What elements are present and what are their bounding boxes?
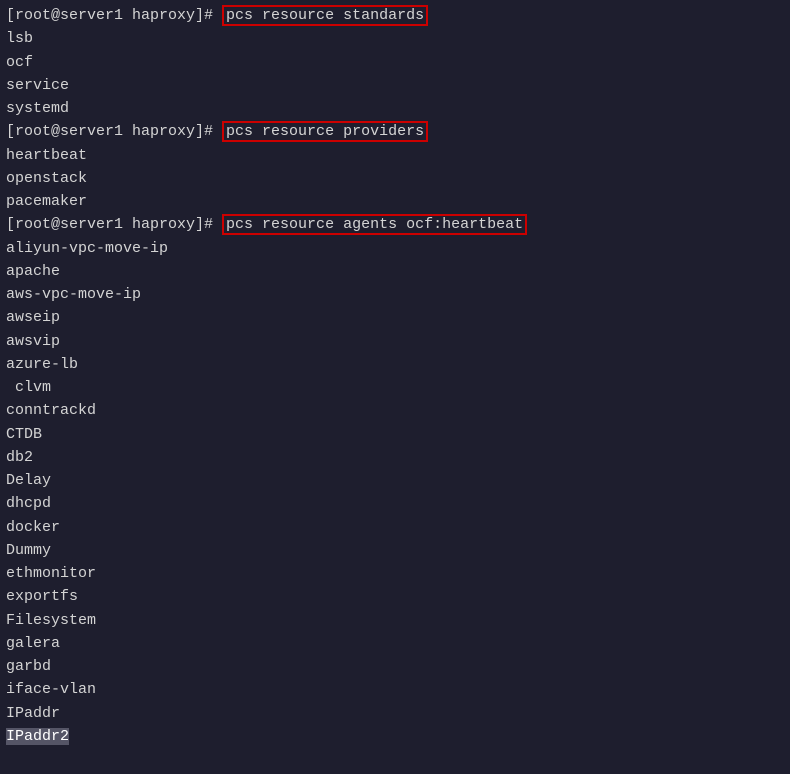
output-awsvip: awsvip bbox=[6, 330, 784, 353]
output-ocf: ocf bbox=[6, 51, 784, 74]
output-docker: docker bbox=[6, 516, 784, 539]
terminal-window: [root@server1 haproxy]# pcs resource sta… bbox=[0, 0, 790, 774]
output-heartbeat: heartbeat bbox=[6, 144, 784, 167]
output-service: service bbox=[6, 74, 784, 97]
output-systemd: systemd bbox=[6, 97, 784, 120]
output-dhcpd: dhcpd bbox=[6, 492, 784, 515]
output-conntrackd: conntrackd bbox=[6, 399, 784, 422]
output-galera: galera bbox=[6, 632, 784, 655]
selected-text: IPaddr2 bbox=[6, 728, 69, 745]
output-clvm: clvm bbox=[6, 376, 784, 399]
output-db2: db2 bbox=[6, 446, 784, 469]
command-3: pcs resource agents ocf:heartbeat bbox=[222, 214, 527, 235]
terminal-line-3: [root@server1 haproxy]# pcs resource age… bbox=[6, 213, 784, 236]
prompt-3: [root@server1 haproxy]# bbox=[6, 216, 222, 233]
output-awseip: awseip bbox=[6, 306, 784, 329]
command-1: pcs resource standards bbox=[222, 5, 428, 26]
output-delay: Delay bbox=[6, 469, 784, 492]
command-2: pcs resource providers bbox=[222, 121, 428, 142]
terminal-line-2: [root@server1 haproxy]# pcs resource pro… bbox=[6, 120, 784, 143]
output-pacemaker: pacemaker bbox=[6, 190, 784, 213]
output-lsb: lsb bbox=[6, 27, 784, 50]
output-filesystem: Filesystem bbox=[6, 609, 784, 632]
output-garbd: garbd bbox=[6, 655, 784, 678]
output-aws-vpc: aws-vpc-move-ip bbox=[6, 283, 784, 306]
output-openstack: openstack bbox=[6, 167, 784, 190]
prompt-2: [root@server1 haproxy]# bbox=[6, 123, 222, 140]
output-apache: apache bbox=[6, 260, 784, 283]
output-dummy: Dummy bbox=[6, 539, 784, 562]
output-aliyun: aliyun-vpc-move-ip bbox=[6, 237, 784, 260]
output-exportfs: exportfs bbox=[6, 585, 784, 608]
output-ipaddr2: IPaddr2 bbox=[6, 725, 784, 748]
prompt-1: [root@server1 haproxy]# bbox=[6, 7, 222, 24]
terminal-line-1: [root@server1 haproxy]# pcs resource sta… bbox=[6, 4, 784, 27]
output-ipaddr: IPaddr bbox=[6, 702, 784, 725]
output-iface-vlan: iface-vlan bbox=[6, 678, 784, 701]
output-ethmonitor: ethmonitor bbox=[6, 562, 784, 585]
output-azure: azure-lb bbox=[6, 353, 784, 376]
output-ctdb: CTDB bbox=[6, 423, 784, 446]
